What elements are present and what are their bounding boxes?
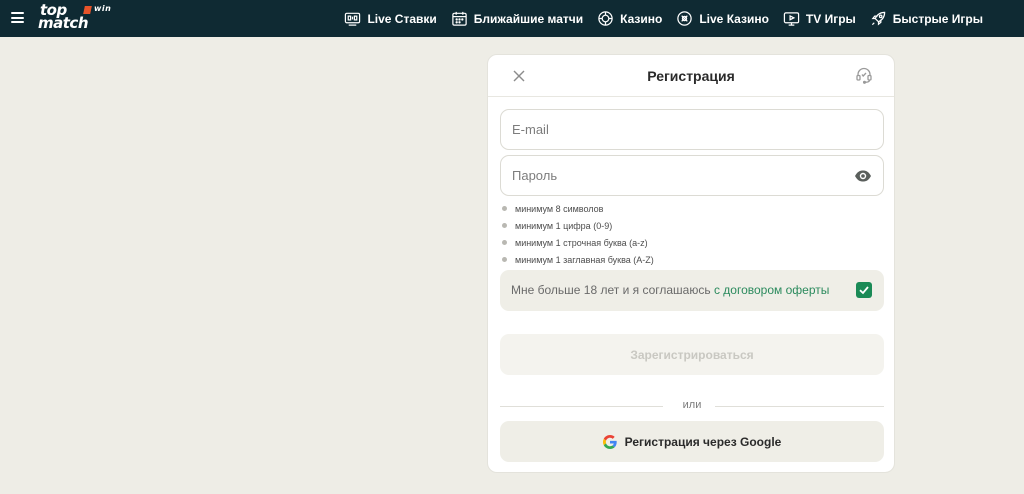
modal-header: Регистрация: [488, 55, 894, 97]
modal-title: Регистрация: [647, 68, 735, 84]
checkmark-icon: [859, 286, 869, 295]
offer-agreement-link[interactable]: с договором оферты: [714, 283, 829, 297]
consent-label: Мне больше 18 лет и я соглашаюсь: [511, 283, 714, 297]
hamburger-menu-icon[interactable]: [11, 12, 24, 23]
or-divider: или: [500, 399, 884, 413]
consent-text: Мне больше 18 лет и я соглашаюсь с догов…: [511, 283, 829, 297]
password-field[interactable]: [500, 155, 884, 196]
nav-fast-games[interactable]: Быстрые Игры: [870, 10, 983, 27]
password-requirements: минимум 8 символов минимум 1 цифра (0-9)…: [502, 200, 654, 268]
email-field[interactable]: [500, 109, 884, 150]
site-logo[interactable]: top win match: [38, 2, 118, 34]
google-logo-icon: [602, 434, 617, 449]
nav-label: Live Ставки: [367, 11, 437, 26]
main-nav: Live Ставки Ближайшие матчи Казино Live …: [344, 0, 983, 37]
logo-mark: [83, 6, 92, 14]
logo-text-match: match: [38, 14, 89, 32]
bullet-dot-icon: [502, 206, 507, 211]
or-label: или: [682, 399, 702, 411]
nav-upcoming-matches[interactable]: Ближайшие матчи: [451, 10, 583, 27]
calendar-icon: [452, 11, 467, 26]
age-consent-row: Мне больше 18 лет и я соглашаюсь с догов…: [500, 270, 884, 311]
password-rule: минимум 1 цифра (0-9): [502, 217, 654, 234]
password-rule: минимум 1 строчная буква (a-z): [502, 234, 654, 251]
nav-live-casino[interactable]: Live Казино: [676, 10, 769, 27]
rocket-icon: [871, 11, 886, 26]
bullet-dot-icon: [502, 257, 507, 262]
rule-text: минимум 8 символов: [515, 203, 604, 214]
password-input[interactable]: [501, 156, 883, 195]
password-rule: минимум 1 заглавная буква (A-Z): [502, 251, 654, 268]
nav-label: Ближайшие матчи: [473, 11, 584, 26]
google-register-button[interactable]: Регистрация через Google: [500, 421, 884, 462]
bullet-dot-icon: [502, 240, 507, 245]
nav-label: Казино: [620, 11, 663, 26]
support-headset-icon[interactable]: [855, 66, 873, 84]
consent-checkbox[interactable]: [856, 282, 872, 298]
nav-live-bets[interactable]: Live Ставки: [344, 10, 437, 27]
nav-label: Live Казино: [699, 11, 769, 26]
nav-casino[interactable]: Казино: [597, 10, 662, 27]
register-button[interactable]: Зарегистрироваться: [500, 334, 884, 375]
live-bets-icon: [345, 12, 361, 26]
registration-modal: Регистрация минимум 8 символов минимум 1…: [487, 54, 895, 473]
google-button-label: Регистрация через Google: [624, 434, 782, 449]
eye-icon[interactable]: [854, 168, 872, 184]
live-casino-icon: [677, 11, 693, 26]
logo-text-win: win: [94, 4, 112, 13]
nav-label: TV Игры: [805, 11, 856, 26]
password-rule: минимум 8 символов: [502, 200, 654, 217]
rule-text: минимум 1 строчная буква (a-z): [515, 237, 648, 248]
casino-chip-icon: [598, 11, 613, 26]
email-input[interactable]: [501, 110, 883, 149]
bullet-dot-icon: [502, 223, 507, 228]
rule-text: минимум 1 заглавная буква (A-Z): [515, 254, 654, 265]
top-navigation-bar: top win match Live Ставки Ближайшие матч…: [0, 0, 1024, 37]
nav-tv-games[interactable]: TV Игры: [783, 10, 856, 27]
tv-icon: [783, 12, 800, 26]
nav-label: Быстрые Игры: [892, 11, 983, 26]
rule-text: минимум 1 цифра (0-9): [515, 220, 613, 231]
